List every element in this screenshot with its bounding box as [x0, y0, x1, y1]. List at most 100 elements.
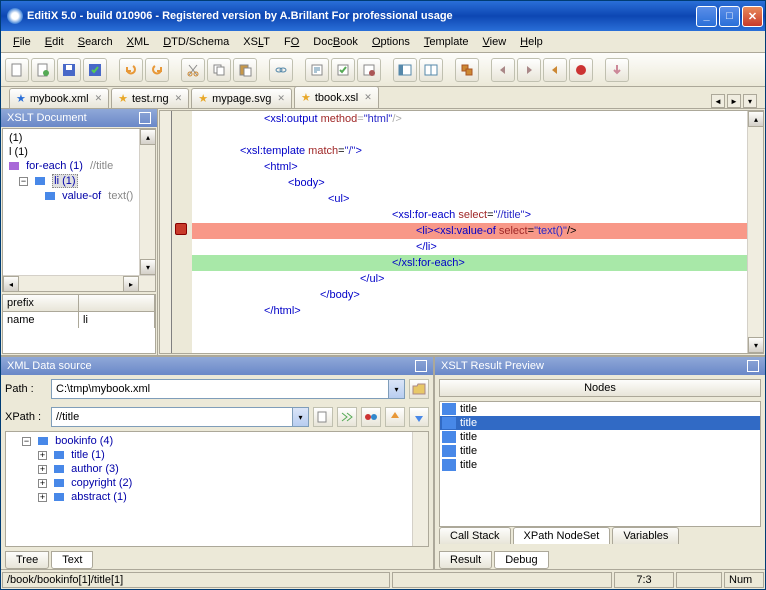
tb-paste[interactable]	[233, 58, 257, 82]
menu-xml[interactable]: XML	[121, 34, 156, 50]
collapse-icon[interactable]: −	[19, 177, 28, 186]
minimize-button[interactable]: _	[696, 6, 717, 27]
menu-options[interactable]: Options	[366, 34, 416, 50]
node-label[interactable]: copyright (2)	[71, 477, 132, 489]
xpath-down[interactable]	[409, 407, 429, 427]
tb-save-check[interactable]	[83, 58, 107, 82]
tab-callstack[interactable]: Call Stack	[439, 527, 511, 544]
breakpoint-strip[interactable]	[172, 111, 192, 353]
tb-redo[interactable]	[145, 58, 169, 82]
tb-tree[interactable]	[357, 58, 381, 82]
node-row[interactable]: title	[440, 402, 760, 416]
tb-validate[interactable]	[331, 58, 355, 82]
close-icon[interactable]: ✕	[277, 93, 285, 104]
menu-file[interactable]: File	[7, 34, 37, 50]
expand-icon[interactable]: +	[38, 451, 47, 460]
tab-list[interactable]: ▾	[743, 94, 757, 108]
scrollbar-h[interactable]: ◂▸	[3, 275, 155, 291]
expand-icon[interactable]: +	[38, 479, 47, 488]
tab-xpath-nodeset[interactable]: XPath NodeSet	[513, 527, 611, 544]
node-label[interactable]: li (1)	[52, 174, 77, 188]
titlebar[interactable]: EditiX 5.0 - build 010906 - Registered v…	[1, 1, 765, 31]
tb-fwd[interactable]	[517, 58, 541, 82]
menu-fo[interactable]: FO	[278, 34, 305, 50]
tb-cut[interactable]	[181, 58, 205, 82]
expand-icon[interactable]: +	[38, 493, 47, 502]
xpath-btn1[interactable]	[313, 407, 333, 427]
node-label[interactable]: abstract (1)	[71, 491, 127, 503]
collapse-icon[interactable]: −	[22, 437, 31, 446]
tb-stop-red[interactable]	[543, 58, 567, 82]
xpath-btn2[interactable]	[337, 407, 357, 427]
tab-text[interactable]: Text	[51, 551, 93, 569]
tb-format[interactable]	[305, 58, 329, 82]
tb-save[interactable]	[57, 58, 81, 82]
tab-test[interactable]: ★test.rng✕	[111, 88, 189, 108]
xpath-btn3[interactable]	[361, 407, 381, 427]
panel-toggle-icon[interactable]	[415, 360, 427, 372]
tab-result[interactable]: Result	[439, 551, 492, 569]
tb-run[interactable]	[605, 58, 629, 82]
node-label[interactable]: author (3)	[71, 463, 119, 475]
cell[interactable]: li	[79, 312, 155, 328]
tab-tree[interactable]: Tree	[5, 551, 49, 569]
tb-undo[interactable]	[119, 58, 143, 82]
tb-back[interactable]	[491, 58, 515, 82]
tab-mybook[interactable]: ★mybook.xml✕	[9, 88, 109, 108]
close-button[interactable]: ✕	[742, 6, 763, 27]
menu-edit[interactable]: Edit	[39, 34, 70, 50]
node-row[interactable]: title	[440, 458, 760, 472]
node-row[interactable]: title	[440, 444, 760, 458]
menu-docbook[interactable]: DocBook	[307, 34, 364, 50]
node-label[interactable]: bookinfo (4)	[55, 435, 113, 447]
tb-copy[interactable]	[207, 58, 231, 82]
scrollbar-v[interactable]	[412, 432, 428, 546]
fold-gutter[interactable]	[160, 111, 172, 353]
tab-debug[interactable]: Debug	[494, 551, 548, 569]
menu-xslt[interactable]: XSLT	[237, 34, 276, 50]
cell[interactable]: name	[3, 312, 79, 328]
menu-help[interactable]: Help	[514, 34, 549, 50]
menu-template[interactable]: Template	[418, 34, 475, 50]
xpath-up[interactable]	[385, 407, 405, 427]
panel-toggle-icon[interactable]	[747, 360, 759, 372]
breakpoint-icon[interactable]	[175, 223, 187, 235]
panel-toggle-icon[interactable]	[139, 112, 151, 124]
tb-stop-orange[interactable]	[569, 58, 593, 82]
tb-new-doc[interactable]	[31, 58, 55, 82]
code-editor[interactable]: <xsl:output method="html"/> <xsl:templat…	[159, 110, 764, 354]
menu-search[interactable]: Search	[72, 34, 119, 50]
nodes-list[interactable]: title title title title title	[439, 401, 761, 527]
tab-prev[interactable]: ◄	[711, 94, 725, 108]
maximize-button[interactable]: □	[719, 6, 740, 27]
node-row[interactable]: title	[440, 430, 760, 444]
scrollbar-v[interactable]: ▴▾	[139, 129, 155, 291]
tab-mypage[interactable]: ★mypage.svg✕	[191, 88, 292, 108]
properties-grid[interactable]: prefix nameli	[2, 294, 156, 354]
star-icon: ★	[198, 92, 208, 105]
tb-refresh[interactable]	[455, 58, 479, 82]
dropdown-icon[interactable]: ▾	[388, 380, 404, 398]
dropdown-icon[interactable]: ▾	[292, 408, 308, 426]
tab-next[interactable]: ►	[727, 94, 741, 108]
menu-view[interactable]: View	[477, 34, 513, 50]
datasource-tree[interactable]: − bookinfo (4) + title (1) + author (3) …	[5, 431, 429, 547]
scrollbar-v[interactable]: ▴▾	[747, 111, 763, 353]
path-input[interactable]: C:\tmp\mybook.xml▾	[51, 379, 405, 399]
menu-dtd[interactable]: DTD/Schema	[157, 34, 235, 50]
tb-new-file[interactable]	[5, 58, 29, 82]
close-icon[interactable]: ✕	[364, 92, 372, 103]
expand-icon[interactable]: +	[38, 465, 47, 474]
tb-cols[interactable]	[419, 58, 443, 82]
node-row[interactable]: title	[440, 416, 760, 430]
tab-variables[interactable]: Variables	[612, 527, 679, 544]
close-icon[interactable]: ✕	[175, 93, 183, 104]
tb-link[interactable]	[269, 58, 293, 82]
xpath-input[interactable]: //title▾	[51, 407, 309, 427]
tab-tbook[interactable]: ★tbook.xsl✕	[294, 86, 379, 108]
tb-side[interactable]	[393, 58, 417, 82]
xslt-tree[interactable]: (1) l (1) for-each (1) //title − li (1) …	[2, 128, 156, 292]
close-icon[interactable]: ✕	[95, 93, 103, 104]
node-label[interactable]: title (1)	[71, 449, 105, 461]
browse-button[interactable]	[409, 379, 429, 399]
